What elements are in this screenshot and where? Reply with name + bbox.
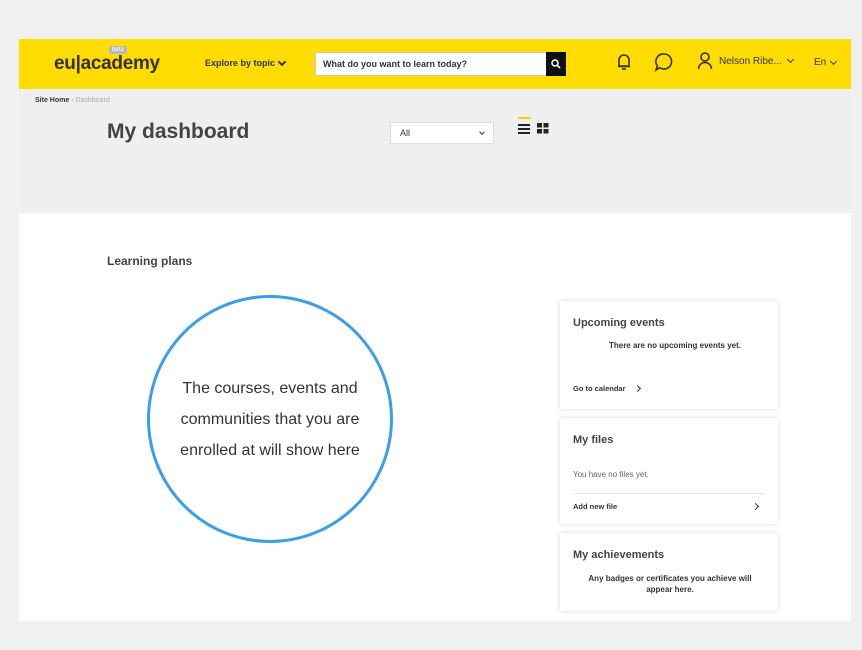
upcoming-events-card: Upcoming events There are no upcoming ev… — [560, 301, 778, 409]
language-label: En — [814, 57, 827, 68]
explore-by-topic-menu[interactable]: Explore by topic — [205, 57, 287, 68]
bell-icon — [618, 54, 630, 70]
chat-bubble-icon — [654, 53, 673, 72]
active-view-indicator — [518, 117, 531, 119]
my-files-message: You have no files yet. — [573, 470, 649, 479]
list-view-button[interactable] — [518, 117, 531, 139]
upcoming-events-message: There are no upcoming events yet. — [608, 341, 742, 350]
messages-button[interactable] — [653, 51, 675, 78]
breadcrumb-current: Dashboard — [75, 97, 110, 104]
app-frame: eu|academy beta Explore by topic What do… — [19, 39, 851, 621]
filter-value: All — [400, 128, 411, 138]
top-navigation-bar: eu|academy beta Explore by topic What do… — [19, 39, 851, 89]
chevron-down-icon — [479, 128, 485, 135]
go-to-calendar-label: Go to calendar — [573, 384, 626, 393]
dashboard-content: Learning plans The courses, events and c… — [19, 213, 851, 621]
my-files-title: My files — [573, 434, 614, 446]
user-name: Nelson Ribe... — [719, 55, 782, 67]
search-icon — [551, 59, 561, 69]
chevron-right-icon — [751, 502, 760, 511]
breadcrumb-separator: › — [71, 97, 74, 104]
site-logo[interactable]: eu|academy — [54, 53, 160, 75]
divider — [573, 493, 765, 494]
my-files-card: My files You have no files yet. Add new … — [560, 418, 778, 524]
chevron-down-icon — [277, 57, 287, 66]
chevron-right-icon — [633, 384, 641, 393]
explore-label: Explore by topic — [205, 58, 276, 68]
chevron-down-icon — [830, 57, 838, 65]
upcoming-events-title: Upcoming events — [573, 317, 665, 329]
my-achievements-message: Any badges or certificates you achieve w… — [588, 574, 752, 594]
add-new-file-label: Add new file — [573, 502, 618, 511]
grid-view-button[interactable] — [537, 121, 549, 139]
empty-state-circle: The courses, events and communities that… — [147, 295, 393, 543]
language-selector[interactable]: En — [814, 57, 838, 68]
add-new-file-link[interactable]: Add new file — [573, 502, 760, 511]
page-title: My dashboard — [107, 120, 250, 143]
my-achievements-title: My achievements — [573, 549, 665, 561]
search-button[interactable] — [546, 52, 566, 76]
notifications-button[interactable] — [615, 51, 633, 78]
user-icon — [697, 52, 713, 70]
beta-badge: beta — [109, 46, 127, 54]
view-toggle — [518, 117, 549, 139]
list-view-icon — [518, 124, 530, 134]
grid-view-icon — [537, 123, 549, 134]
chevron-down-icon — [786, 55, 794, 64]
empty-state-message: The courses, events and communities that… — [180, 379, 360, 459]
user-menu[interactable]: Nelson Ribe... — [697, 51, 794, 71]
breadcrumb-home-link[interactable]: Site Home — [35, 97, 69, 104]
breadcrumb: Site Home › Dashboard — [35, 97, 110, 104]
search-input[interactable]: What do you want to learn today? — [315, 52, 565, 76]
learning-plans-heading: Learning plans — [107, 254, 193, 268]
my-achievements-card: My achievements Any badges or certificat… — [560, 533, 778, 611]
filter-select[interactable]: All — [390, 122, 494, 144]
go-to-calendar-link[interactable]: Go to calendar — [573, 384, 641, 393]
